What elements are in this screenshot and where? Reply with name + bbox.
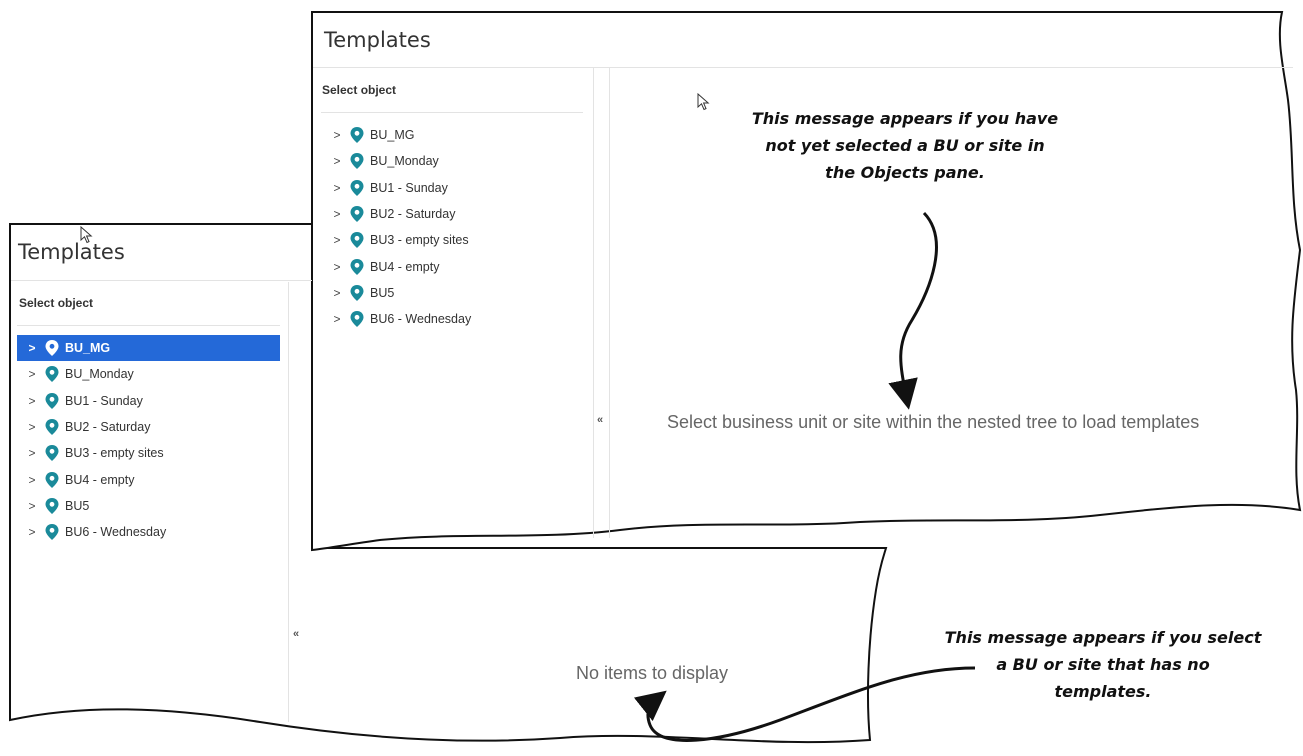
tree-item-label: BU4 - empty <box>65 472 135 487</box>
annotation-top: This message appears if you have not yet… <box>720 105 1090 186</box>
map-pin-icon <box>350 311 364 328</box>
annotation-line: This message appears if you select <box>944 628 1262 647</box>
object-tree: > BU_MG > BU_Monday > BU1 - Sunday > BU2… <box>322 122 584 332</box>
tree-item-bu5[interactable]: > BU5 <box>322 280 584 306</box>
tree-item-label: BU3 - empty sites <box>370 233 469 248</box>
map-pin-icon <box>45 471 59 488</box>
pane-divider <box>609 68 610 538</box>
tree-item-label: BU6 - Wednesday <box>370 312 472 327</box>
chevron-right-icon[interactable]: > <box>25 367 39 381</box>
map-pin-icon <box>350 232 364 249</box>
map-pin-icon <box>350 284 364 301</box>
chevron-right-icon[interactable]: > <box>330 312 344 326</box>
tree-item-bu2-saturday[interactable]: > BU2 - Saturday <box>17 414 280 440</box>
annotation-line: not yet selected a BU or site in <box>765 136 1045 155</box>
tree-item-bu-mg[interactable]: > BU_MG <box>322 122 584 148</box>
chevron-right-icon[interactable]: > <box>330 207 344 221</box>
tree-item-label: BU5 <box>65 498 90 513</box>
object-tree: > BU_MG > BU_Monday > BU1 - Sunday > BU2… <box>17 335 280 545</box>
map-pin-icon <box>350 153 364 170</box>
tree-item-label: BU6 - Wednesday <box>65 525 167 540</box>
chevron-right-icon[interactable]: > <box>330 233 344 247</box>
annotation-line: a BU or site that has no <box>996 655 1210 674</box>
tree-item-bu6-wednesday[interactable]: > BU6 - Wednesday <box>322 306 584 332</box>
select-object-label: Select object <box>322 83 397 97</box>
panel-title: Templates <box>324 28 431 52</box>
section-divider <box>321 112 583 113</box>
tree-item-bu4-empty[interactable]: > BU4 - empty <box>17 466 280 492</box>
tree-item-bu3-empty-sites[interactable]: > BU3 - empty sites <box>17 440 280 466</box>
tree-item-label: BU3 - empty sites <box>65 446 164 461</box>
tree-item-bu1-sunday[interactable]: > BU1 - Sunday <box>322 175 584 201</box>
annotation-line: templates. <box>1054 682 1152 701</box>
chevron-right-icon[interactable]: > <box>330 128 344 142</box>
map-pin-icon <box>45 392 59 409</box>
chevron-right-icon[interactable]: > <box>330 286 344 300</box>
section-divider <box>17 325 280 326</box>
map-pin-icon <box>45 366 59 383</box>
chevron-right-icon[interactable]: > <box>25 420 39 434</box>
chevron-right-icon[interactable]: > <box>25 525 39 539</box>
tree-item-bu3-empty-sites[interactable]: > BU3 - empty sites <box>322 227 584 253</box>
header-divider <box>313 67 1293 68</box>
tree-item-bu2-saturday[interactable]: > BU2 - Saturday <box>322 201 584 227</box>
tree-item-label: BU_MG <box>370 128 415 143</box>
tree-item-label: BU2 - Saturday <box>65 420 151 435</box>
tree-item-bu-monday[interactable]: > BU_Monday <box>322 148 584 174</box>
empty-state-message: No items to display <box>576 663 729 683</box>
chevron-right-icon[interactable]: > <box>330 154 344 168</box>
tree-item-bu4-empty[interactable]: > BU4 - empty <box>322 253 584 279</box>
collapse-pane-button[interactable]: « <box>293 628 299 640</box>
mouse-pointer-icon <box>80 226 93 244</box>
chevron-right-icon[interactable]: > <box>330 260 344 274</box>
chevron-right-icon[interactable]: > <box>25 341 39 355</box>
tree-item-label: BU5 <box>370 285 395 300</box>
panel-title: Templates <box>18 240 125 264</box>
tree-item-bu5[interactable]: > BU5 <box>17 493 280 519</box>
header-divider <box>11 280 312 281</box>
chevron-right-icon[interactable]: > <box>25 394 39 408</box>
chevron-right-icon[interactable]: > <box>25 499 39 513</box>
tree-item-label: BU1 - Sunday <box>65 393 143 408</box>
map-pin-icon <box>45 524 59 541</box>
annotation-line: This message appears if you have <box>751 109 1059 128</box>
tree-item-label: BU_Monday <box>65 367 134 382</box>
annotation-line: the Objects pane. <box>825 163 985 182</box>
tree-item-bu-monday[interactable]: > BU_Monday <box>17 361 280 387</box>
map-pin-icon <box>350 127 364 144</box>
mouse-pointer-icon <box>697 93 710 111</box>
chevron-right-icon[interactable]: > <box>25 446 39 460</box>
map-pin-icon <box>350 258 364 275</box>
tree-item-bu1-sunday[interactable]: > BU1 - Sunday <box>17 388 280 414</box>
chevron-right-icon[interactable]: > <box>330 181 344 195</box>
tree-item-label: BU_Monday <box>370 154 439 169</box>
empty-state-message: Select business unit or site within the … <box>667 412 1200 432</box>
map-pin-icon <box>45 340 59 357</box>
pane-divider <box>288 282 289 722</box>
collapse-pane-button[interactable]: « <box>597 414 603 426</box>
chevron-right-icon[interactable]: > <box>25 473 39 487</box>
map-pin-icon <box>45 497 59 514</box>
tree-item-label: BU1 - Sunday <box>370 180 448 195</box>
tree-item-label: BU4 - empty <box>370 259 440 274</box>
map-pin-icon <box>350 206 364 223</box>
tree-item-label: BU_MG <box>65 341 111 356</box>
select-object-label: Select object <box>19 296 94 310</box>
map-pin-icon <box>45 445 59 462</box>
pane-divider <box>593 68 594 538</box>
map-pin-icon <box>45 419 59 436</box>
annotation-bottom: This message appears if you select a BU … <box>918 624 1288 705</box>
tree-item-bu6-wednesday[interactable]: > BU6 - Wednesday <box>17 519 280 545</box>
tree-item-label: BU2 - Saturday <box>370 207 456 222</box>
tree-item-bu-mg[interactable]: > BU_MG <box>17 335 280 362</box>
map-pin-icon <box>350 179 364 196</box>
